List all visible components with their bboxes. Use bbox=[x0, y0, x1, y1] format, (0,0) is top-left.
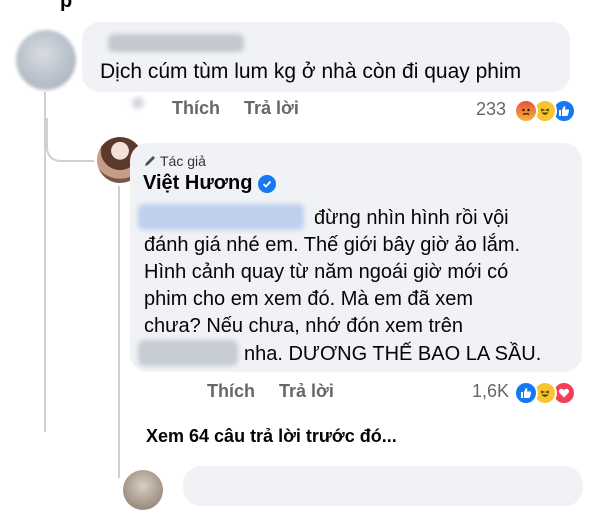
author-tag-label: Tác giả bbox=[160, 153, 206, 169]
reaction-count[interactable]: 233 bbox=[476, 99, 506, 120]
partial-top-text: p bbox=[60, 0, 73, 12]
pencil-icon bbox=[145, 156, 155, 166]
reply-line: nha. DƯƠNG THẾ BAO LA SẦU. bbox=[244, 343, 542, 365]
avatar[interactable] bbox=[123, 470, 163, 510]
reply-line: Hình cảnh quay từ năm ngoái giờ mới có bbox=[144, 261, 509, 283]
reply-actions: Thích Trả lời bbox=[207, 381, 334, 402]
blurred-author-name bbox=[108, 34, 244, 52]
comment-bubble bbox=[183, 466, 583, 506]
blurred-page-name bbox=[138, 340, 238, 366]
blurred-mark bbox=[132, 97, 144, 109]
comment-text: Dịch cúm tùm lum kg ở nhà còn đi quay ph… bbox=[100, 60, 522, 83]
view-previous-replies-link[interactable]: Xem 64 câu trả lời trước đó... bbox=[146, 426, 397, 447]
like-button[interactable]: Thích bbox=[207, 381, 255, 402]
reply-button[interactable]: Trả lời bbox=[279, 381, 334, 402]
angry-icon[interactable] bbox=[514, 99, 538, 123]
reply-line: phim cho em xem đó. Mà em đã xem bbox=[144, 288, 474, 310]
reply-line: đừng nhìn hình rồi vội bbox=[314, 207, 509, 229]
verified-badge-icon bbox=[258, 174, 277, 193]
like-icon[interactable] bbox=[514, 381, 538, 405]
reply-button[interactable]: Trả lời bbox=[244, 98, 299, 119]
blurred-mention bbox=[138, 204, 304, 230]
like-button[interactable]: Thích bbox=[172, 98, 220, 119]
comment-actions: Thích Trả lời bbox=[172, 98, 299, 119]
author-badge: Tác giả bbox=[143, 153, 206, 169]
thread-line-branch bbox=[46, 118, 94, 162]
reply-line: đánh giá nhé em. Thế giới bây giờ ảo lắm… bbox=[144, 234, 521, 256]
author-name[interactable]: Việt Hương bbox=[143, 172, 277, 195]
author-name-label[interactable]: Việt Hương bbox=[143, 172, 252, 195]
avatar[interactable] bbox=[16, 30, 76, 90]
thread-line-reply bbox=[118, 186, 120, 478]
reply-line: chưa? Nếu chưa, nhớ đón xem trên bbox=[144, 315, 463, 337]
reaction-count[interactable]: 1,6K bbox=[472, 381, 509, 402]
